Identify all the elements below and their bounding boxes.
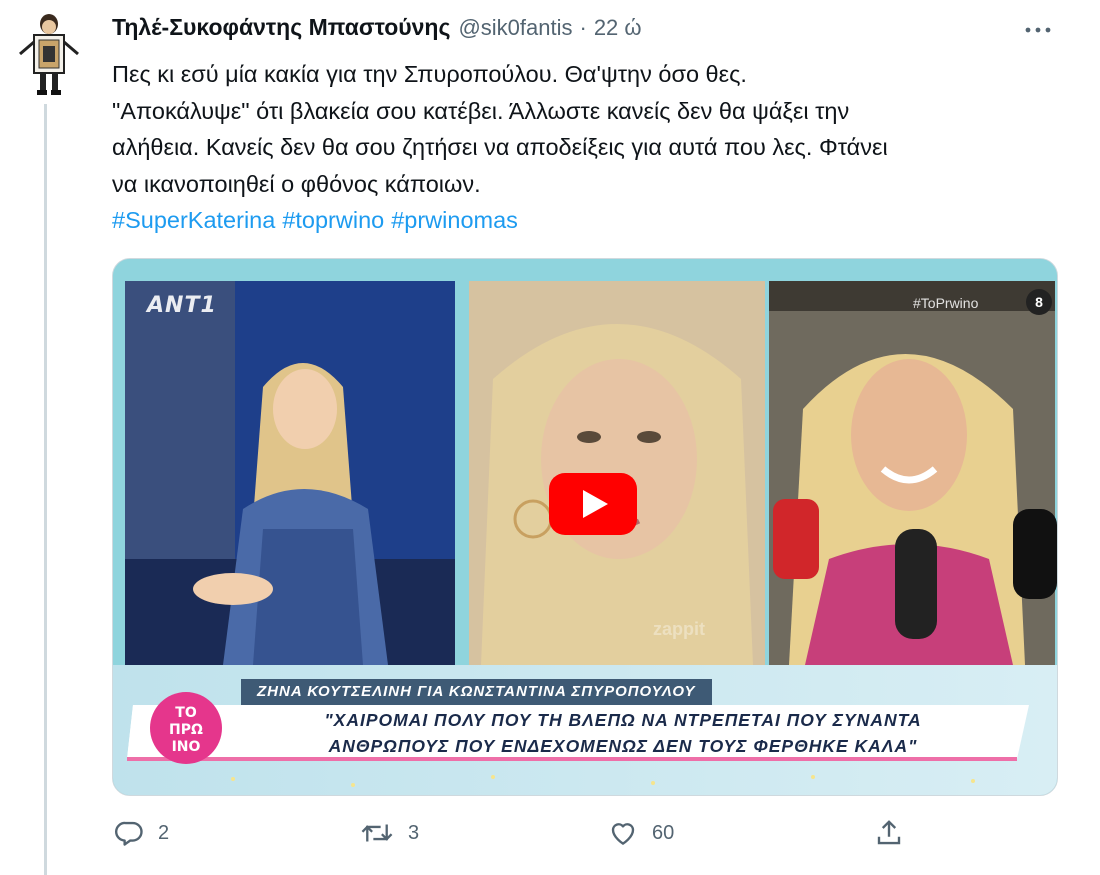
reply-icon (114, 818, 144, 848)
avatar[interactable] (14, 8, 84, 100)
heart-icon (608, 818, 638, 848)
lower-third-name: ΖΗΝΑ ΚΟΥΤΣΕΛΙΝΗ ΓΙΑ ΚΩΝΣΤΑΝΤΙΝΑ ΣΠΥΡΟΠΟΥ… (241, 679, 712, 705)
share-button[interactable] (874, 818, 904, 848)
retweet-button[interactable]: 3 (360, 818, 419, 848)
timestamp[interactable]: 22 ώ (594, 15, 642, 41)
hashtag-link[interactable]: #SuperKaterina (112, 207, 275, 233)
show-logo-text: ΙΝΟ (172, 739, 201, 755)
hashtag-list: #SuperKaterina #toprwino #prwinomas (112, 202, 1072, 239)
youtube-play-icon[interactable] (549, 473, 637, 535)
user-handle[interactable]: @sik0fantis (458, 15, 572, 41)
display-name[interactable]: Τηλέ-Συκοφάντης Μπαστούνης (112, 14, 450, 41)
lower-third-quote: "ΧΑΙΡΟΜΑΙ ΠΟΛΥ ΠΟΥ ΤΗ ΒΛΕΠΩ ΝΑ ΝΤΡΕΠΕΤΑΙ… (223, 707, 1023, 759)
thread-line (44, 104, 47, 875)
reply-button[interactable]: 2 (114, 818, 169, 848)
tweet-text-line: Πες κι εσύ μία κακία για την Σπυροπούλου… (112, 61, 747, 87)
tweet-text-line: "Αποκάλυψε" ότι βλακεία σου κατέβει. Άλλ… (112, 97, 850, 124)
quote-line: ΑΝΘΡΩΠΟΥΣ ΠΟΥ ΕΝΔΕΧΟΜΕΝΩΣ ΔΕΝ ΤΟΥΣ ΦΕΡΘΗ… (328, 736, 918, 756)
hashtag-link[interactable]: #prwinomas (391, 207, 518, 233)
like-button[interactable]: 60 (608, 818, 674, 848)
video-thumbnail[interactable]: ANT1 #ToPrwino 8 zappit ΤΟ ΠΡΩ ΙΝΟ ΖΗΝΑ … (112, 258, 1058, 796)
corner-number-badge: 8 (1026, 289, 1052, 315)
zappit-watermark: zappit (653, 619, 705, 639)
tweet-text-line: να ικανοποιηθεί ο φθόνος κάποιων. (112, 170, 481, 197)
show-logo-text: ΠΡΩ (169, 722, 203, 738)
hashtag-link[interactable]: #toprwino (282, 207, 384, 233)
show-logo-text: ΤΟ (175, 705, 197, 721)
corner-hashtag: #ToPrwino (913, 295, 979, 311)
reply-count: 2 (158, 821, 170, 844)
tweet-header: Τηλέ-Συκοφάντης Μπαστούνης @sik0fantis ·… (112, 14, 642, 41)
tweet-actions: 2 3 60 (0, 818, 1100, 854)
tweet-text-line: αλήθεια. Κανείς δεν θα σου ζητήσει να απ… (112, 134, 888, 160)
tweet[interactable]: Τηλέ-Συκοφάντης Μπαστούνης @sik0fantis ·… (0, 0, 1100, 875)
retweet-count: 3 (408, 821, 420, 844)
more-horizontal-icon[interactable] (1018, 18, 1058, 42)
show-logo: ΤΟ ΠΡΩ ΙΝΟ (147, 689, 225, 767)
like-count: 60 (652, 821, 675, 844)
retweet-icon (360, 818, 394, 848)
tweet-text: Πες κι εσύ μία κακία για την Σπυροπούλου… (112, 56, 1072, 239)
separator-dot: · (579, 15, 587, 40)
share-icon (874, 818, 904, 848)
channel-logo: ANT1 (147, 293, 217, 318)
quote-line: "ΧΑΙΡΟΜΑΙ ΠΟΛΥ ΠΟΥ ΤΗ ΒΛΕΠΩ ΝΑ ΝΤΡΕΠΕΤΑΙ… (324, 710, 922, 730)
